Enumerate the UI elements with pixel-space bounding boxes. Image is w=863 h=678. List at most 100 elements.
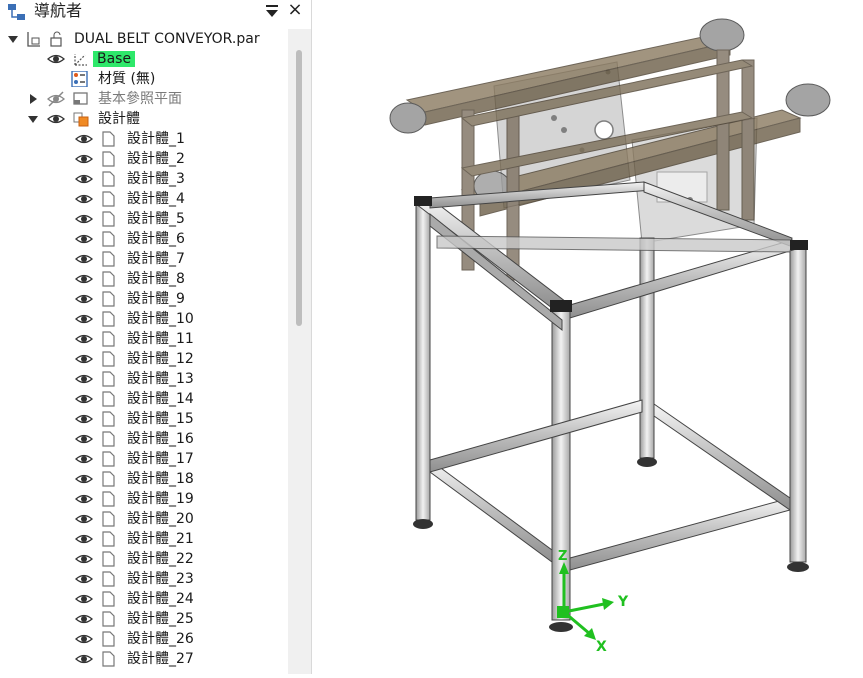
design-body-label: 設計體_10 [127, 311, 194, 327]
body-icon [102, 551, 115, 567]
base-label: Base [93, 49, 136, 69]
body-icon [102, 611, 115, 627]
design-body-label: 設計體_24 [127, 591, 194, 607]
expand-icon[interactable] [26, 92, 40, 106]
eye-icon[interactable] [75, 311, 93, 327]
tree-item-design-body[interactable]: 設計體_12 [0, 349, 288, 369]
eye-icon[interactable] [75, 511, 93, 527]
tree-item-design-body[interactable]: 設計體_6 [0, 229, 288, 249]
eye-icon[interactable] [75, 331, 93, 347]
tree-item-part[interactable]: DUAL BELT CONVEYOR.par [0, 29, 288, 49]
navigator-titlebar: 導航者 × [0, 0, 311, 24]
part-icon [27, 32, 40, 47]
pin-dropdown-icon[interactable] [263, 3, 281, 19]
eye-icon[interactable] [75, 291, 93, 307]
tree-item-design-body[interactable]: 設計體_18 [0, 469, 288, 489]
eye-hidden-icon[interactable] [47, 91, 65, 107]
tree-item-design-body[interactable]: 設計體_2 [0, 149, 288, 169]
tree-item-design-body[interactable]: 設計體_21 [0, 529, 288, 549]
coordinate-system-icon [74, 54, 87, 66]
body-icon [102, 651, 115, 667]
eye-icon[interactable] [75, 391, 93, 407]
eye-icon[interactable] [75, 531, 93, 547]
eye-icon[interactable] [75, 491, 93, 507]
body-icon [102, 491, 115, 507]
tree-item-design-body[interactable]: 設計體_19 [0, 489, 288, 509]
tree-item-design-body[interactable]: 設計體_26 [0, 629, 288, 649]
eye-icon[interactable] [75, 191, 93, 207]
eye-icon[interactable] [75, 251, 93, 267]
eye-icon[interactable] [75, 571, 93, 587]
body-icon [102, 271, 115, 287]
tree-item-design-body[interactable]: 設計體_25 [0, 609, 288, 629]
tree-item-design-body[interactable]: 設計體_5 [0, 209, 288, 229]
body-icon [102, 531, 115, 547]
design-body-label: 設計體_4 [127, 191, 185, 207]
tree-item-design-body[interactable]: 設計體_8 [0, 269, 288, 289]
eye-icon[interactable] [75, 411, 93, 427]
eye-icon[interactable] [75, 371, 93, 387]
collapse-icon[interactable] [26, 112, 40, 126]
eye-icon[interactable] [47, 111, 65, 127]
eye-icon[interactable] [75, 651, 93, 667]
body-icon [102, 291, 115, 307]
close-icon[interactable]: × [286, 0, 304, 20]
navigator-pane: 導航者 × DUAL BELT CONVEYOR.par Base 材質 (無)… [0, 0, 312, 674]
eye-icon[interactable] [75, 551, 93, 567]
tree-item-design-body[interactable]: 設計體_23 [0, 569, 288, 589]
eye-icon[interactable] [75, 631, 93, 647]
body-icon [102, 331, 115, 347]
eye-icon[interactable] [75, 431, 93, 447]
tree-item-design-body[interactable]: 設計體_15 [0, 409, 288, 429]
eye-icon[interactable] [75, 131, 93, 147]
eye-icon[interactable] [75, 471, 93, 487]
eye-icon[interactable] [75, 351, 93, 367]
design-body-label: 設計體_27 [127, 651, 194, 667]
design-body-label: 設計體_9 [127, 291, 185, 307]
design-body-label: 設計體_3 [127, 171, 185, 187]
body-icon [102, 391, 115, 407]
tree-item-design-body[interactable]: 設計體_10 [0, 309, 288, 329]
tree-item-design-body[interactable]: 設計體_24 [0, 589, 288, 609]
eye-icon[interactable] [47, 51, 65, 67]
body-icon [102, 171, 115, 187]
tree-item-design-body[interactable]: 設計體_3 [0, 169, 288, 189]
tree-item-design-body[interactable]: 設計體_14 [0, 389, 288, 409]
tree-item-design-body[interactable]: 設計體_20 [0, 509, 288, 529]
tree-item-design-bodies[interactable]: 設計體 [0, 109, 288, 129]
tree-item-design-body[interactable]: 設計體_11 [0, 329, 288, 349]
scrollbar-thumb[interactable] [296, 50, 302, 326]
graphics-window[interactable]: Z Y X [312, 0, 863, 674]
design-body-label: 設計體_26 [127, 631, 194, 647]
tree-item-design-body[interactable]: 設計體_27 [0, 649, 288, 669]
tree-item-design-body[interactable]: 設計體_22 [0, 549, 288, 569]
collapse-icon[interactable] [6, 32, 20, 46]
design-body-label: 設計體_22 [127, 551, 194, 567]
tree-item-design-body[interactable]: 設計體_17 [0, 449, 288, 469]
tree-item-design-body[interactable]: 設計體_4 [0, 189, 288, 209]
tree-item-design-body[interactable]: 設計體_13 [0, 369, 288, 389]
body-icon [102, 371, 115, 387]
eye-icon[interactable] [75, 171, 93, 187]
eye-icon[interactable] [75, 451, 93, 467]
eye-icon[interactable] [75, 231, 93, 247]
eye-icon[interactable] [75, 151, 93, 167]
design-body-label: 設計體_7 [127, 251, 185, 267]
tree-item-design-body[interactable]: 設計體_1 [0, 129, 288, 149]
tree-item-design-body[interactable]: 設計體_16 [0, 429, 288, 449]
eye-icon[interactable] [75, 611, 93, 627]
body-icon [102, 471, 115, 487]
design-body-label: 設計體_25 [127, 611, 194, 627]
body-icon [102, 451, 115, 467]
eye-icon[interactable] [75, 591, 93, 607]
tree-item-design-body[interactable]: 設計體_7 [0, 249, 288, 269]
tree-item-design-body[interactable]: 設計體_9 [0, 289, 288, 309]
tree-item-base[interactable]: Base [0, 49, 288, 69]
tree-item-material[interactable]: 材質 (無) [0, 69, 288, 89]
body-icon [102, 411, 115, 427]
eye-icon[interactable] [75, 211, 93, 227]
eye-icon[interactable] [75, 271, 93, 287]
navigator-icon [8, 4, 25, 20]
tree-item-reference-planes[interactable]: 基本參照平面 [0, 89, 288, 109]
design-body-label: 設計體_21 [127, 531, 194, 547]
